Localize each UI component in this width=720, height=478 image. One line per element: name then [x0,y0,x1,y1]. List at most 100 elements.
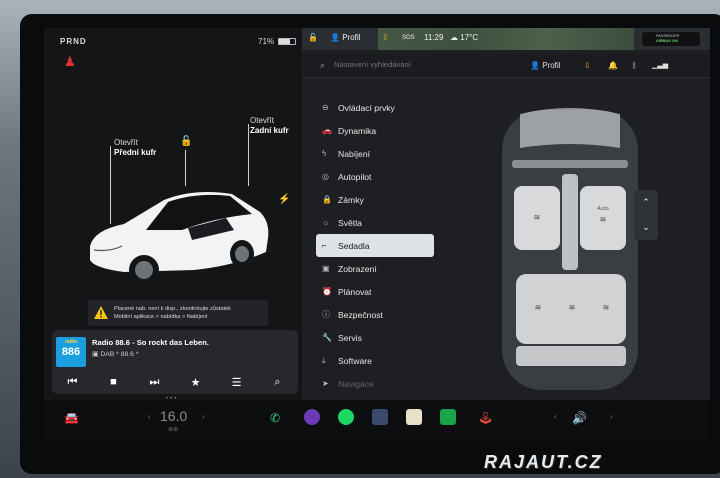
search-icon[interactable]: ⌕ [268,376,288,389]
cabin-temperature[interactable]: 16.0 [160,408,187,424]
favorite-star-icon[interactable]: ★ [186,376,206,389]
seat-heat-front-left-icon: ≋ [534,213,541,222]
tesla-touchscreen: PRND 71% ♟ Otevřít Přední kufr Otevřít Z… [44,28,710,440]
settings-menu-label: Bezpečnost [338,309,383,320]
seat-heat-rear-left-icon: ≋ [535,303,542,312]
camera-icon[interactable] [304,409,320,425]
outside-temperature: ☁ 17°C [450,33,479,42]
settings-menu-label: Světla [338,217,362,228]
media-controls: ⏮ ■ ⏭ ★ ☰ ⌕ [52,370,298,394]
display-icon: ▣ [322,264,330,273]
battery-percent: 71% [258,37,275,46]
unlock-icon[interactable]: 🔓 [180,136,192,147]
radio-logo-top: radio [64,339,78,345]
open-trunk-button[interactable]: Otevřít Zadní kufr [250,116,289,136]
status-profile-label: Profil [342,33,361,42]
car-image [90,192,269,285]
seat-icon: ⌐ [322,241,327,250]
bell-icon[interactable]: 🔔 [608,61,618,70]
volume-up-icon[interactable]: › [610,412,613,421]
watermark: RAJAUT.CZ [484,452,603,472]
settings-menu-item[interactable]: 🚗 Dynamika [316,119,434,142]
volume-icon[interactable]: 🔊 [572,411,587,425]
navigation-icon: ➤ [322,379,329,388]
map-strip [378,28,634,50]
seat-scroll-buttons: ⌃ ⌄ [634,190,658,240]
gear-indicator: PRND [60,37,87,46]
seat-heater-car-diagram: ≋ Auto ≋ ≋ ≋ ≋ [502,108,638,390]
lock-icon: 🔒 [322,195,332,204]
seat-heat-rear-right-icon: ≋ [603,303,610,312]
volume-down-icon[interactable]: ‹ [554,412,557,421]
ac-icon[interactable]: ⊛⊛ [168,426,178,433]
settings-menu-label: Dynamika [338,125,377,136]
settings-menu: ⊖ Ovládací prvky 🚗 Dynamika ϟ Nabíjení ◎ Autopi… [316,96,434,395]
settings-menu-label: Sedadla [338,240,370,251]
profile-button[interactable]: 👤 Profil [530,61,560,70]
bluetooth-icon[interactable]: ᛒ [632,61,637,70]
settings-menu-item[interactable]: ⓘ Bezpečnost [316,303,434,326]
settings-menu-label: Software [338,355,372,366]
trunk-label-line2: Zadní kufr [250,126,289,135]
notes-icon[interactable] [406,409,422,425]
energy-icon[interactable] [440,409,456,425]
settings-menu-label: Autopilot [338,171,372,182]
settings-menu-item[interactable]: ⌐ Sedadla [316,234,434,257]
station-name: Radio 88.6 - So rockt das Leben. [92,338,209,347]
seat-heat-rear-center-icon: ≋ [569,303,576,312]
car-icon: 🚗 [322,126,332,135]
settings-menu-label: Plánovat [338,286,372,297]
battery-fill [279,39,291,44]
settings-menu-label: Servis [338,332,362,343]
car-icon[interactable]: 🚘 [64,411,79,425]
lock-status-icon[interactable]: 🔓 [308,33,318,42]
chevron-down-icon[interactable]: ⌄ [634,215,658,240]
charging-warning-banner[interactable]: Placené nab. není k disp., zkontrolujte … [88,300,268,326]
settings-menu-item[interactable]: ϟ Nabíjení [316,142,434,165]
joystick-icon[interactable]: 🕹 [478,411,493,425]
settings-menu-item[interactable]: ◎ Autopilot [316,165,434,188]
equalizer-icon[interactable]: ☰ [227,376,247,389]
status-bar: 🔓 👤 Profil ⇩ SOS 11:29 ☁ 17°C PASSENGER … [302,28,710,50]
chevron-up-icon[interactable]: ⌃ [634,190,658,215]
previous-track-icon[interactable]: ⏮ [63,376,83,389]
passenger-airbag-indicator: PASSENGER AIRBAG ON [642,32,700,46]
clock-icon: ⏰ [322,287,332,296]
settings-menu-item[interactable]: ⏰ Plánovat [316,280,434,303]
settings-menu-item[interactable]: ➤ Navigace [316,372,434,395]
download-icon[interactable]: ⇩ [382,33,389,42]
settings-menu-label: Navigace [338,378,374,389]
settings-menu-item[interactable]: 🔒 Zámky [316,188,434,211]
phone-icon[interactable]: ✆ [270,411,280,425]
warning-triangle-icon [94,306,108,319]
settings-menu-item[interactable]: ⊖ Ovládací prvky [316,96,434,119]
temp-down-icon[interactable]: ‹ [148,412,151,421]
settings-search-bar: ⌕ 👤 Profil ⇩ 🔔 ᛒ ▁▃▅ [302,54,710,78]
outside-temperature-value: 17°C [460,33,479,42]
charge-port-icon[interactable]: ⚡ [278,194,290,205]
settings-search-input[interactable] [334,60,494,69]
spotify-icon[interactable] [338,409,354,425]
settings-menu-item[interactable]: ▣ Zobrazení [316,257,434,280]
stop-icon[interactable]: ■ [104,376,124,388]
clock-time: 11:29 [424,33,444,42]
warning-line2: Mobilní aplikace > nabídka > Nabíjení [114,314,208,320]
status-profile[interactable]: 👤 Profil [330,33,360,42]
open-frunk-button[interactable]: Otevřít Přední kufr [114,138,156,158]
next-track-icon[interactable]: ⏭ [145,376,165,389]
temp-up-icon[interactable]: › [202,412,205,421]
battery-icon [278,38,296,45]
more-apps-icon[interactable] [372,409,388,425]
download-icon[interactable]: ⇩ [584,61,591,70]
settings-menu-label: Nabíjení [338,148,371,159]
lte-signal-icon: ▁▃▅ [652,62,669,69]
download-icon: ⤓ [322,355,326,365]
settings-menu-item[interactable]: ⤓ Software [316,349,434,372]
settings-menu-label: Ovládací prvky [338,102,395,113]
search-icon: ⌕ [320,60,326,70]
settings-menu-item[interactable]: ☼ Světla [316,211,434,234]
station-source: ▣ DAB * 88.6 * [92,351,139,358]
bottom-dock: 🚘 ‹ 16.0 ⊛⊛ › ✆ 🕹 ‹ 🔊 › [44,400,710,440]
sos-icon[interactable]: SOS [402,35,415,41]
settings-menu-item[interactable]: 🔧 Servis [316,326,434,349]
